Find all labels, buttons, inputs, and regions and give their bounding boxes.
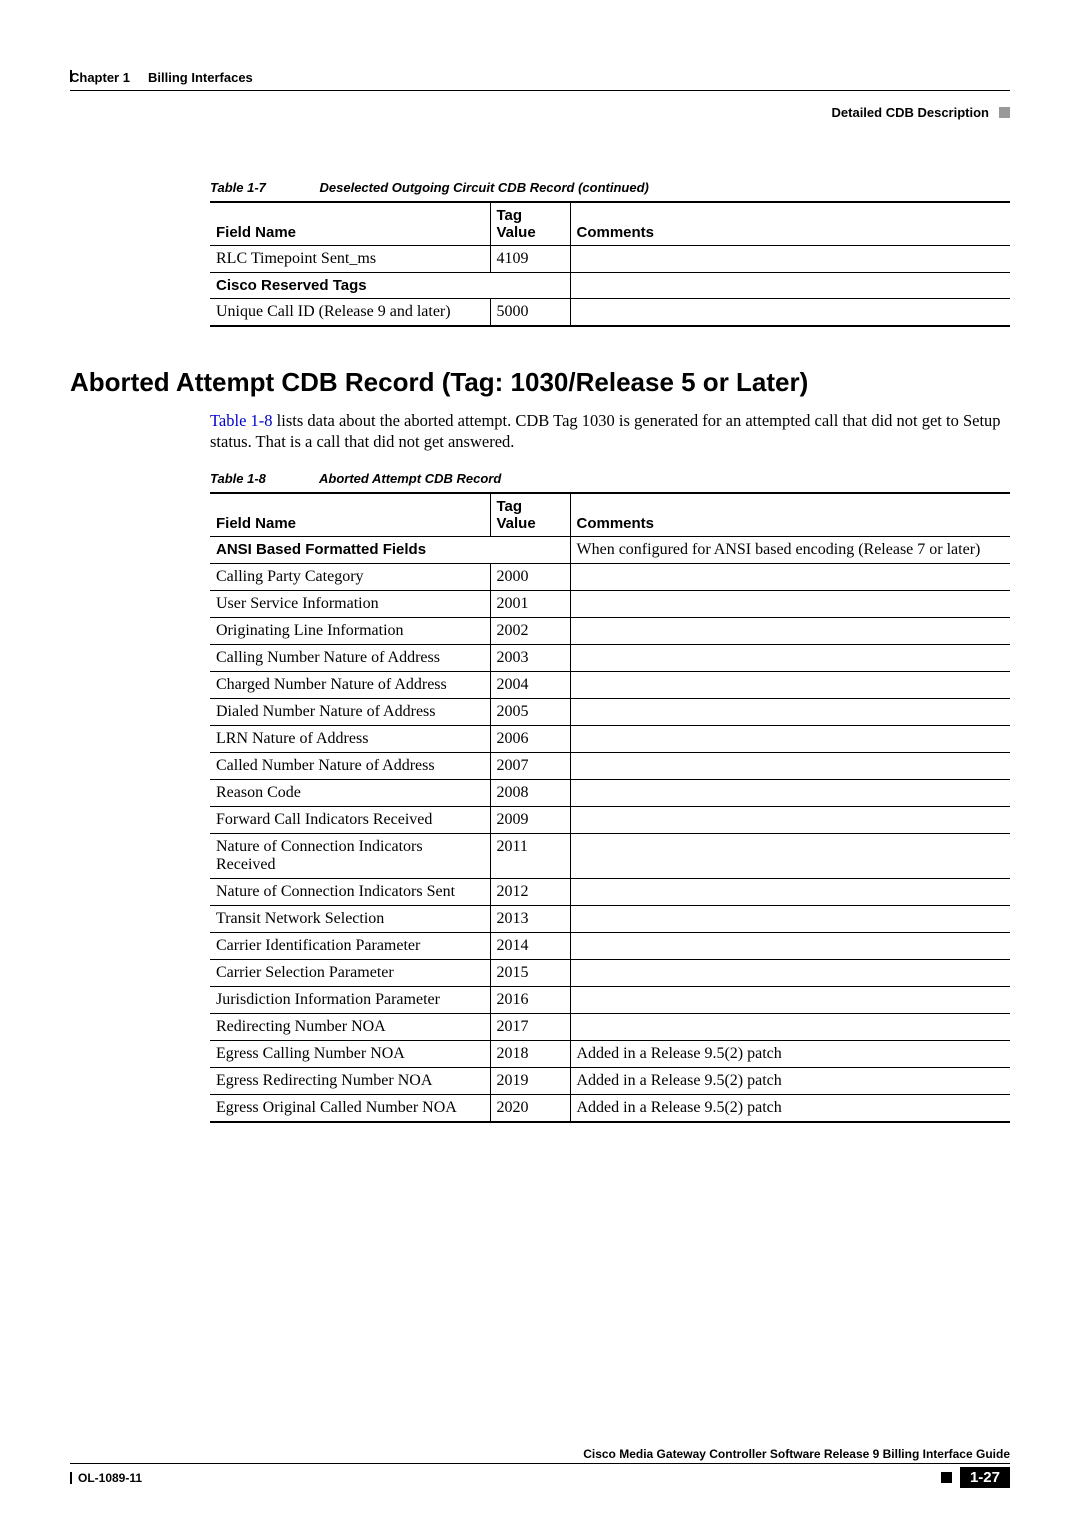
footer-bar-icon — [70, 1472, 72, 1484]
th-tag: TagValue — [490, 493, 570, 537]
footer-doc: OL-1089-11 — [78, 1471, 142, 1485]
table-7: Field Name TagValue Comments RLC Timepoi… — [210, 201, 1010, 327]
table-row: Egress Calling Number NOA2018Added in a … — [210, 1040, 1010, 1067]
header-bar-icon — [70, 70, 72, 82]
table-row: RLC Timepoint Sent_ms4109 — [210, 246, 1010, 273]
table-row: Egress Original Called Number NOA2020Add… — [210, 1094, 1010, 1122]
table-row: Charged Number Nature of Address2004 — [210, 671, 1010, 698]
th-tag: TagValue — [490, 202, 570, 246]
chapter-title: Billing Interfaces — [148, 70, 253, 85]
square-icon — [999, 107, 1010, 118]
table-row: Reason Code2008 — [210, 779, 1010, 806]
table-row: Dialed Number Nature of Address2005 — [210, 698, 1010, 725]
table-row: Carrier Selection Parameter2015 — [210, 959, 1010, 986]
table-row: Called Number Nature of Address2007 — [210, 752, 1010, 779]
th-comments: Comments — [570, 202, 1010, 246]
table-row: Egress Redirecting Number NOA2019Added i… — [210, 1067, 1010, 1094]
table-row: Originating Line Information2002 — [210, 617, 1010, 644]
square-icon — [941, 1472, 952, 1483]
table-row: Calling Party Category2000 — [210, 563, 1010, 590]
table-row: Jurisdiction Information Parameter2016 — [210, 986, 1010, 1013]
table-8-caption: Table 1-8 Aborted Attempt CDB Record — [210, 471, 1010, 486]
th-field: Field Name — [210, 202, 490, 246]
table-row: Carrier Identification Parameter2014 — [210, 932, 1010, 959]
table-7-caption: Table 1-7 Deselected Outgoing Circuit CD… — [210, 180, 1010, 195]
th-field: Field Name — [210, 493, 490, 537]
page-header: Chapter 1 Billing Interfaces — [70, 70, 1010, 85]
table-row: Unique Call ID (Release 9 and later)5000 — [210, 299, 1010, 327]
table-section-row: Cisco Reserved Tags — [210, 273, 1010, 299]
table-8: Field Name TagValue Comments ANSI Based … — [210, 492, 1010, 1123]
footer-guide: Cisco Media Gateway Controller Software … — [70, 1447, 1010, 1464]
table-row: Calling Number Nature of Address2003 — [210, 644, 1010, 671]
table-row: Transit Network Selection2013 — [210, 905, 1010, 932]
chapter-label: Chapter 1 — [70, 70, 130, 85]
page-number: 1-27 — [960, 1467, 1010, 1488]
table-row: Nature of Connection Indicators Sent2012 — [210, 878, 1010, 905]
table-row: Redirecting Number NOA2017 — [210, 1013, 1010, 1040]
table-row: Nature of Connection Indicators Received… — [210, 833, 1010, 878]
table-row: LRN Nature of Address2006 — [210, 725, 1010, 752]
section-label: Detailed CDB Description — [832, 105, 989, 120]
table-row: User Service Information2001 — [210, 590, 1010, 617]
th-comments: Comments — [570, 493, 1010, 537]
table-section-row: ANSI Based Formatted FieldsWhen configur… — [210, 536, 1010, 563]
table-row: Forward Call Indicators Received2009 — [210, 806, 1010, 833]
section-heading: Aborted Attempt CDB Record (Tag: 1030/Re… — [70, 367, 1010, 398]
page-footer: Cisco Media Gateway Controller Software … — [70, 1447, 1010, 1488]
table-link[interactable]: Table 1-8 — [210, 411, 273, 430]
intro-paragraph: Table 1-8 lists data about the aborted a… — [210, 410, 1010, 453]
